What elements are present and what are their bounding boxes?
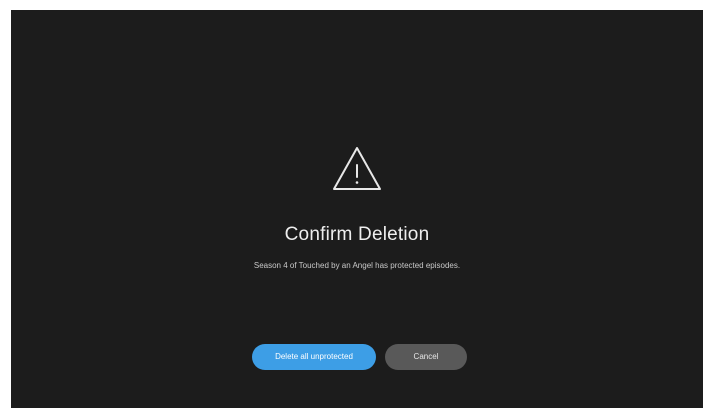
- dialog-message: Season 4 of Touched by an Angel has prot…: [253, 261, 461, 270]
- dialog-actions: Delete all unprotected Cancel: [11, 344, 703, 370]
- delete-all-unprotected-button[interactable]: Delete all unprotected: [252, 344, 376, 370]
- cancel-button[interactable]: Cancel: [385, 344, 467, 370]
- warning-triangle-icon: [333, 147, 381, 190]
- tv-screen: Confirm Deletion Season 4 of Touched by …: [11, 10, 703, 408]
- dialog-title: Confirm Deletion: [284, 224, 430, 245]
- confirm-deletion-dialog: Confirm Deletion Season 4 of Touched by …: [11, 10, 703, 408]
